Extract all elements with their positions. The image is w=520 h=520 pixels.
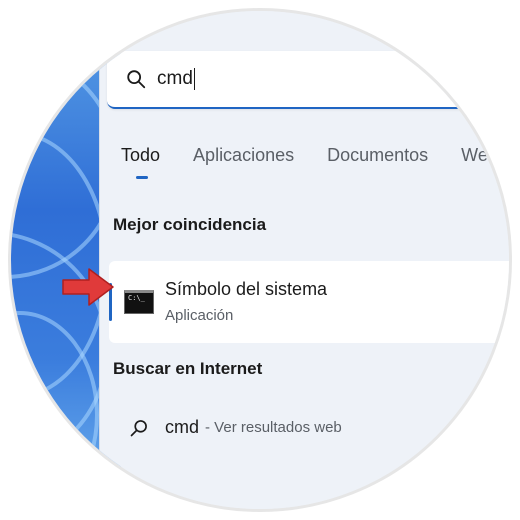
active-tab-indicator <box>136 176 148 179</box>
tab-todo-label: Todo <box>121 145 161 165</box>
web-search-query: cmd <box>165 417 200 437</box>
best-match-subtitle: Aplicación <box>165 307 234 324</box>
tab-aplicaciones[interactable]: Aplicaciones <box>193 145 294 166</box>
text-cursor <box>193 68 196 90</box>
tab-web[interactable]: We <box>461 145 488 166</box>
web-search-result[interactable]: cmd - Ver resultados web <box>129 417 342 438</box>
search-box[interactable]: cmd <box>107 51 509 109</box>
tab-todo[interactable]: Todo <box>121 145 161 179</box>
pointer-arrow-icon <box>62 268 114 306</box>
web-search-hint: - Ver resultados web <box>205 419 342 436</box>
tab-aplicaciones-label: Aplicaciones <box>193 145 295 165</box>
tab-web-label: We <box>461 145 488 165</box>
command-prompt-icon: C:\_ <box>124 290 154 314</box>
search-tabs: Todo Aplicaciones Documentos We <box>121 145 509 179</box>
best-match-heading: Mejor coincidencia <box>113 215 267 234</box>
best-match-result[interactable]: C:\_ Símbolo del sistema Aplicación <box>109 261 509 343</box>
search-input[interactable]: cmd <box>157 68 196 90</box>
internet-search-heading: Buscar en Internet <box>113 359 263 378</box>
best-match-title: Símbolo del sistema <box>165 279 328 299</box>
search-query-text: cmd <box>157 68 193 89</box>
tab-documentos[interactable]: Documentos <box>327 145 428 166</box>
search-icon <box>130 419 147 436</box>
tab-documentos-label: Documentos <box>327 145 429 165</box>
zoom-circle-frame: cmd Todo Aplicaciones Documentos We Mejo… <box>8 8 512 512</box>
search-icon <box>127 70 146 89</box>
